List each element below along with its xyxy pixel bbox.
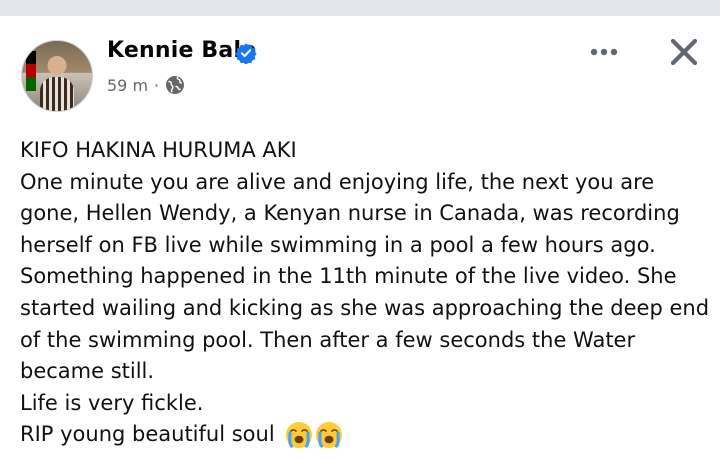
top-divider-strip [0, 0, 720, 16]
post-line: Something happened in the 11th minute of… [20, 264, 677, 289]
close-icon[interactable] [668, 36, 700, 68]
post-line: RIP young beautiful soul [20, 422, 275, 447]
post-line: Life is very fickle. [20, 390, 204, 415]
post-line: became still. [20, 359, 155, 384]
post-line: of the swimming pool. Then after a few s… [20, 327, 636, 352]
post-line: started wailing and kicking as she was a… [20, 295, 710, 320]
globe-icon[interactable] [165, 75, 185, 95]
emoji-group [285, 421, 343, 449]
more-options-icon[interactable] [584, 40, 624, 64]
loudly-crying-face-emoji [316, 422, 343, 449]
loudly-crying-face-emoji [286, 422, 313, 449]
post-text: KIFO HAKINA HURUMA AKI One minute you ar… [20, 135, 710, 451]
avatar-figure-detail [40, 77, 74, 111]
post-line-last: RIP young beautiful soul [20, 419, 710, 451]
post-line: KIFO HAKINA HURUMA AKI [20, 138, 297, 162]
post-time[interactable]: 59 m [107, 76, 148, 95]
meta-separator: · [154, 75, 160, 95]
post-meta: 59 m · [107, 74, 185, 96]
post-line: One minute you are alive and enjoying li… [20, 169, 655, 194]
author-avatar[interactable] [21, 40, 93, 112]
verified-badge-icon [235, 43, 257, 64]
post-line: gone, Hellen Wendy, a Kenyan nurse in Ca… [20, 201, 680, 226]
post-line: herself on FB live while swimming in a p… [20, 232, 656, 257]
avatar-flag-detail [26, 51, 36, 91]
